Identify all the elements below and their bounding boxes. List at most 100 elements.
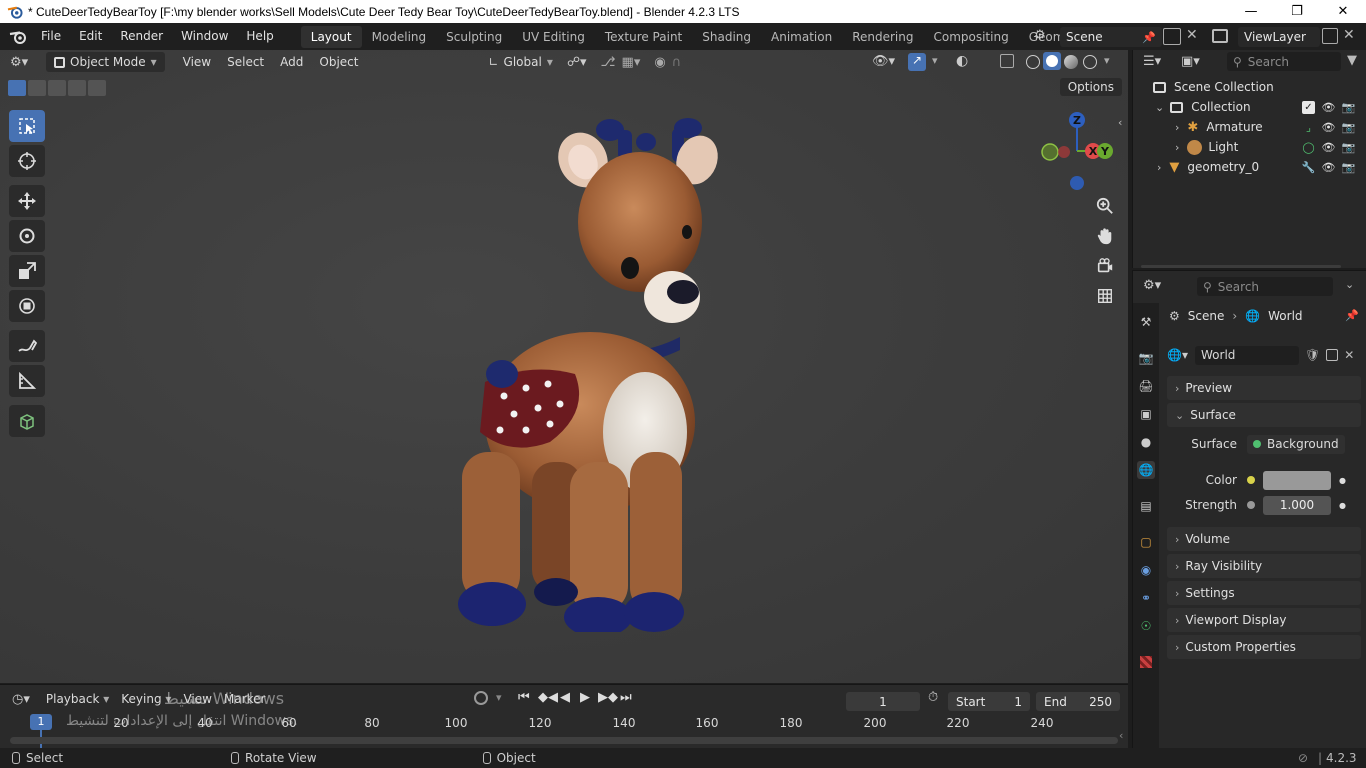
expand-arrow-icon[interactable]: › (1175, 141, 1179, 154)
deer-model-image[interactable] (440, 112, 730, 632)
minimize-button[interactable]: — (1228, 0, 1274, 23)
select-menu[interactable]: Select (219, 52, 272, 72)
render-camera-icon[interactable]: 📷 (1342, 101, 1356, 114)
render-camera-icon[interactable]: 📷 (1342, 141, 1356, 154)
panel-preview[interactable]: › Preview (1167, 376, 1361, 400)
add-menu[interactable]: Add (272, 52, 311, 72)
render-camera-icon[interactable]: 📷 (1342, 121, 1356, 134)
overlay-toggle-icon[interactable]: ◐ (956, 53, 968, 69)
unlink-world-icon[interactable]: ✕ (1344, 348, 1354, 362)
tab-compositing[interactable]: Compositing (923, 26, 1018, 48)
menu-file[interactable]: File (32, 23, 70, 50)
auto-keying-icon[interactable] (474, 691, 488, 705)
select-intersect-icon[interactable] (88, 80, 106, 96)
expand-arrow-icon[interactable]: ⌄ (1155, 101, 1164, 114)
tab-collection[interactable]: ▤ (1137, 497, 1155, 515)
visibility-icon[interactable]: 👁▾ (872, 54, 895, 69)
mode-dropdown[interactable]: Object Mode ▾ (46, 52, 165, 72)
xray-toggle-icon[interactable] (1000, 54, 1014, 68)
menu-render[interactable]: Render (111, 23, 172, 50)
animate-property-icon[interactable]: ● (1339, 501, 1346, 510)
gizmo-dropdown-icon[interactable]: ▾ (932, 54, 938, 67)
camera-view-button[interactable] (1092, 253, 1118, 279)
outliner-editor-type-icon[interactable]: ☰▾ (1143, 54, 1161, 69)
stopwatch-icon[interactable]: ⏱ (928, 690, 938, 705)
select-invert-icon[interactable] (68, 80, 86, 96)
menu-help[interactable]: Help (237, 23, 282, 50)
jump-keyframe-back-icon[interactable]: ◆◀ (538, 690, 558, 705)
tab-physics[interactable]: ◉ (1137, 561, 1155, 579)
render-camera-icon[interactable]: 📷 (1342, 161, 1356, 174)
pan-button[interactable] (1092, 223, 1118, 249)
pivot-point-icon[interactable]: ☍▾ (567, 55, 587, 70)
eye-icon[interactable]: 👁 (1322, 141, 1336, 154)
timeline-scrollbar[interactable] (10, 737, 1118, 744)
panel-settings[interactable]: › Settings (1167, 581, 1361, 605)
armature-data-icon[interactable]: ⌟ (1302, 121, 1315, 134)
current-frame-field[interactable]: 1 (846, 692, 920, 711)
measure-tool[interactable] (9, 365, 45, 397)
fake-user-shield-icon[interactable]: 🛡 (1305, 348, 1320, 362)
properties-editor-type-icon[interactable]: ⚙▾ (1143, 278, 1161, 293)
navigation-gizmo[interactable]: Z X Y (1034, 108, 1116, 190)
tab-object[interactable]: ▢ (1137, 533, 1155, 551)
falloff-icon[interactable]: ∩ (672, 55, 682, 70)
view-layer-field[interactable]: ViewLayer (1238, 27, 1320, 47)
world-color-swatch[interactable] (1263, 470, 1331, 490)
end-frame-field[interactable]: End 250 (1036, 692, 1120, 711)
play-reverse-icon[interactable]: ◀ (560, 690, 570, 705)
tab-output[interactable]: 🖨 (1137, 377, 1155, 395)
modifier-wrench-icon[interactable]: 🔧 (1302, 161, 1316, 174)
rendered-shading-icon[interactable] (1083, 55, 1097, 69)
blender-menu-icon[interactable] (8, 29, 28, 45)
view-menu[interactable]: View (175, 52, 219, 72)
cursor-tool[interactable] (9, 145, 45, 177)
display-mode-icon[interactable]: ▣▾ (1181, 54, 1200, 69)
options-dropdown[interactable]: Options (1059, 78, 1122, 96)
object-menu[interactable]: Object (311, 52, 366, 72)
zoom-button[interactable] (1092, 193, 1118, 219)
tab-tool[interactable]: ⚒ (1137, 313, 1155, 331)
tab-texture[interactable] (1137, 653, 1155, 671)
properties-editor[interactable]: ⚙▾ ⚲ Search ⌄ ⚒ 📷 🖨 ▣ ● 🌐 ▤ ▢ ◉ ⚭ ☉ ⚙ Sc… (1132, 270, 1366, 749)
panel-ray-visibility[interactable]: › Ray Visibility (1167, 554, 1361, 578)
orientation-dropdown[interactable]: ∟ Global ▾ (480, 52, 560, 72)
tab-rendering[interactable]: Rendering (842, 26, 923, 48)
outliner-search-input[interactable]: ⚲ Search (1227, 52, 1341, 71)
outliner-collection[interactable]: ⌄ Collection ✓ 👁 📷 (1133, 97, 1366, 117)
close-window-button[interactable]: ✕ (1320, 0, 1366, 23)
duplicate-world-icon[interactable] (1326, 349, 1339, 361)
properties-options-icon[interactable]: ⌄ (1345, 278, 1354, 291)
pin-icon[interactable]: 📌 (1142, 31, 1156, 44)
light-data-icon[interactable]: ◯ (1302, 141, 1315, 154)
play-icon[interactable]: ▶ (580, 690, 590, 705)
rotate-tool[interactable] (9, 220, 45, 252)
new-scene-icon[interactable] (1163, 28, 1181, 45)
tab-layout[interactable]: Layout (300, 25, 362, 48)
timeline-editor[interactable]: ◷▾ Playback ▾ Keying ▾ View Marker ▾ ⏮ ◆… (0, 684, 1128, 748)
surface-shader-field[interactable]: Background (1247, 434, 1345, 454)
move-tool[interactable] (9, 185, 45, 217)
annotate-tool[interactable] (9, 330, 45, 362)
outliner[interactable]: ☰▾ ▣▾ ⚲ Search ▼ Scene Collection ⌄ Coll… (1132, 50, 1366, 268)
expand-arrow-icon[interactable]: › (1157, 161, 1161, 174)
material-shading-icon[interactable] (1064, 55, 1078, 69)
keying-dropdown-icon[interactable]: ▾ (496, 691, 502, 704)
snap-icon[interactable]: ⎇ (601, 55, 616, 70)
tab-modeling[interactable]: Modeling (362, 26, 437, 48)
maximize-button[interactable]: ❐ (1274, 0, 1320, 23)
select-new-icon[interactable] (8, 80, 26, 96)
jump-keyframe-forward-icon[interactable]: ▶◆ (598, 690, 618, 705)
wireframe-shading-icon[interactable] (1026, 55, 1040, 69)
tab-constraints[interactable]: ⚭ (1137, 589, 1155, 607)
panel-custom-properties[interactable]: › Custom Properties (1167, 635, 1361, 659)
world-name-field[interactable]: World (1195, 345, 1299, 365)
strength-field[interactable]: 1.000 (1263, 495, 1331, 515)
scale-tool[interactable] (9, 255, 45, 287)
exclude-checkbox[interactable]: ✓ (1302, 100, 1315, 114)
playhead[interactable]: 1 (30, 714, 52, 730)
outliner-light[interactable]: › Light ◯ 👁 📷 (1133, 137, 1366, 157)
jump-start-icon[interactable]: ⏮ (518, 690, 530, 705)
menu-window[interactable]: Window (172, 23, 237, 50)
panel-surface[interactable]: ⌄ Surface (1167, 403, 1361, 427)
